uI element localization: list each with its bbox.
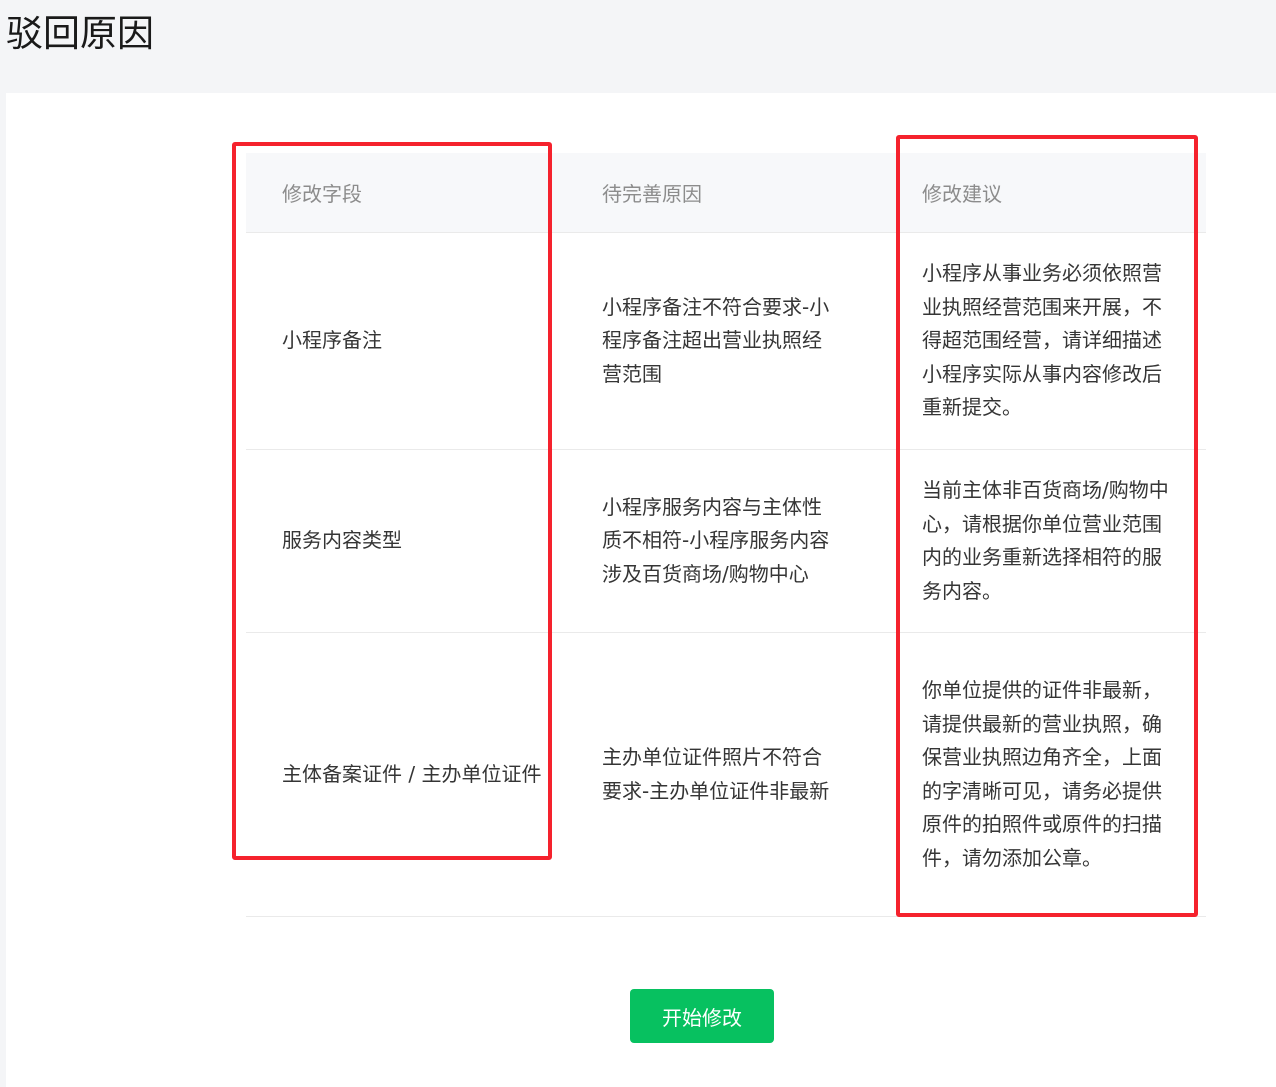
reason-cell: 小程序备注不符合要求-小程序备注超出营业执照经营范围 xyxy=(602,294,830,386)
reason-cell: 主办单位证件照片不符合要求-主办单位证件非最新 xyxy=(602,745,830,803)
header-reason: 待完善原因 xyxy=(602,182,702,206)
table-row: 小程序备注 小程序备注不符合要求-小程序备注超出营业执照经营范围 小程序从事业务… xyxy=(246,233,1206,450)
suggestion-cell: 你单位提供的证件非最新，请提供最新的营业执照，确保营业执照边角齐全，上面的字清晰… xyxy=(922,678,1162,870)
header-suggestion: 修改建议 xyxy=(922,182,1002,206)
suggestion-cell: 小程序从事业务必须依照营业执照经营范围来开展，不得超范围经营，请详细描述小程序实… xyxy=(922,261,1162,420)
table-row: 服务内容类型 小程序服务内容与主体性质不相符-小程序服务内容涉及百货商场/购物中… xyxy=(246,450,1206,633)
page-title: 驳回原因 xyxy=(6,12,154,55)
start-edit-button[interactable]: 开始修改 xyxy=(630,989,774,1043)
rejection-reason-table: 修改字段 待完善原因 修改建议 小程序备注 小程序备注不符合要求-小程序备注超出… xyxy=(246,153,1206,917)
field-cell: 服务内容类型 xyxy=(282,528,402,553)
suggestion-cell: 当前主体非百货商场/购物中心，请根据你单位营业范围内的业务重新选择相符的服务内容… xyxy=(922,478,1169,603)
field-cell: 小程序备注 xyxy=(282,328,382,353)
header-field: 修改字段 xyxy=(282,182,362,206)
reason-cell: 小程序服务内容与主体性质不相符-小程序服务内容涉及百货商场/购物中心 xyxy=(602,494,830,586)
table-header: 修改字段 待完善原因 修改建议 xyxy=(246,153,1206,233)
table-row: 主体备案证件 / 主办单位证件 主办单位证件照片不符合要求-主办单位证件非最新 … xyxy=(246,633,1206,917)
field-cell: 主体备案证件 / 主办单位证件 xyxy=(282,761,542,786)
